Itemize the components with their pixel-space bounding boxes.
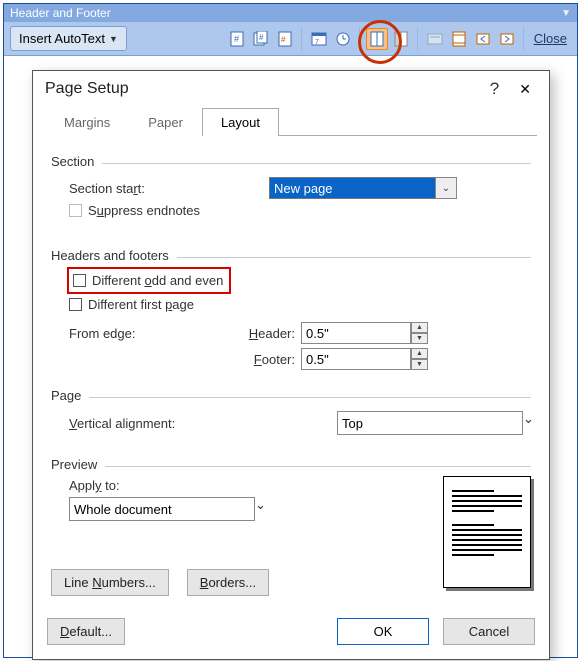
show-previous-icon[interactable] — [472, 28, 494, 50]
chevron-down-icon[interactable]: ⌄ — [523, 411, 534, 435]
svg-text:#: # — [259, 33, 264, 42]
vertical-alignment-value[interactable] — [337, 411, 523, 435]
section-group-label: Section — [51, 154, 94, 169]
insert-pages-count-icon[interactable]: # — [250, 28, 272, 50]
header-label: Header: — [157, 326, 301, 341]
dialog-title: Page Setup — [45, 80, 129, 98]
switch-header-footer-icon[interactable] — [448, 28, 470, 50]
format-page-number-icon[interactable]: # — [274, 28, 296, 50]
toolbar-title-bar[interactable]: Header and Footer ▼ — [4, 4, 577, 22]
tab-strip: Margins Paper Layout — [45, 107, 537, 136]
apply-to-label: Apply to: — [69, 478, 443, 493]
section-start-combo[interactable]: New page ⌄ — [269, 177, 457, 199]
dialog-titlebar[interactable]: Page Setup ? ✕ — [33, 71, 549, 107]
caret-down-icon: ▼ — [109, 34, 118, 44]
suppress-endnotes-checkbox — [69, 204, 82, 217]
toolbar-separator — [301, 27, 303, 51]
toolbar-separator — [523, 27, 525, 51]
svg-text:#: # — [234, 34, 239, 44]
spin-down-icon[interactable]: ▼ — [411, 333, 428, 344]
cancel-button[interactable]: Cancel — [443, 618, 535, 645]
tab-layout[interactable]: Layout — [202, 108, 279, 136]
close-toolbar-button[interactable]: Close — [530, 31, 571, 46]
insert-autotext-button[interactable]: Insert AutoText ▼ — [10, 26, 127, 51]
different-first-page-checkbox[interactable] — [69, 298, 82, 311]
vertical-alignment-combo[interactable]: ⌄ — [337, 411, 455, 435]
chevron-down-icon[interactable]: ⌄ — [435, 177, 457, 199]
toolbar-separator — [417, 27, 419, 51]
preview-thumbnail — [443, 476, 531, 588]
header-distance-spinner[interactable]: ▲▼ — [301, 322, 428, 344]
headers-footers-group-label: Headers and footers — [51, 248, 169, 263]
section-start-label: Section start: — [69, 181, 269, 196]
svg-text:7: 7 — [315, 39, 319, 46]
help-button[interactable]: ? — [476, 79, 513, 99]
odd-even-highlight: Different odd and even — [67, 267, 231, 294]
line-numbers-button[interactable]: Line Numbers... — [51, 569, 169, 596]
different-first-page-label: Different first page — [88, 297, 194, 312]
show-hide-text-icon[interactable] — [390, 28, 412, 50]
header-footer-toolbar: Header and Footer ▼ Insert AutoText ▼ # … — [4, 4, 577, 56]
same-as-previous-icon[interactable] — [424, 28, 446, 50]
different-odd-even-label: Different odd and even — [92, 273, 223, 288]
footer-distance-spinner[interactable]: ▲▼ — [301, 348, 428, 370]
vertical-alignment-label: Vertical alignment: — [69, 416, 337, 431]
preview-group-label: Preview — [51, 457, 97, 472]
page-setup-icon[interactable] — [366, 28, 388, 50]
insert-page-number-icon[interactable]: # — [226, 28, 248, 50]
chevron-down-icon[interactable]: ⌄ — [255, 497, 266, 521]
page-group-label: Page — [51, 388, 81, 403]
borders-button[interactable]: Borders... — [187, 569, 269, 596]
header-distance-input[interactable] — [301, 322, 411, 344]
spin-down-icon[interactable]: ▼ — [411, 359, 428, 370]
tab-paper[interactable]: Paper — [129, 108, 202, 136]
insert-time-icon[interactable] — [332, 28, 354, 50]
toolbar-title: Header and Footer — [10, 6, 111, 20]
tab-margins[interactable]: Margins — [45, 108, 129, 136]
insert-date-icon[interactable]: 7 — [308, 28, 330, 50]
default-button[interactable]: Default... — [47, 618, 125, 645]
svg-text:#: # — [281, 35, 286, 44]
page-setup-dialog: Page Setup ? ✕ Margins Paper Layout Sect… — [32, 70, 550, 660]
toolbar-dropdown-icon[interactable]: ▼ — [561, 8, 571, 19]
footer-distance-input[interactable] — [301, 348, 411, 370]
ok-button[interactable]: OK — [337, 618, 429, 645]
spin-up-icon[interactable]: ▲ — [411, 348, 428, 359]
close-icon[interactable]: ✕ — [513, 81, 537, 98]
show-next-icon[interactable] — [496, 28, 518, 50]
spin-up-icon[interactable]: ▲ — [411, 322, 428, 333]
apply-to-combo[interactable]: ⌄ — [69, 497, 237, 521]
from-edge-label: From edge: — [69, 326, 157, 341]
insert-autotext-label: Insert AutoText — [19, 31, 105, 46]
footer-label: Footer: — [157, 352, 301, 367]
toolbar-separator — [359, 27, 361, 51]
different-odd-even-checkbox[interactable] — [73, 274, 86, 287]
suppress-endnotes-label: Suppress endnotes — [88, 203, 200, 218]
section-start-value: New page — [269, 177, 435, 199]
apply-to-value[interactable] — [69, 497, 255, 521]
